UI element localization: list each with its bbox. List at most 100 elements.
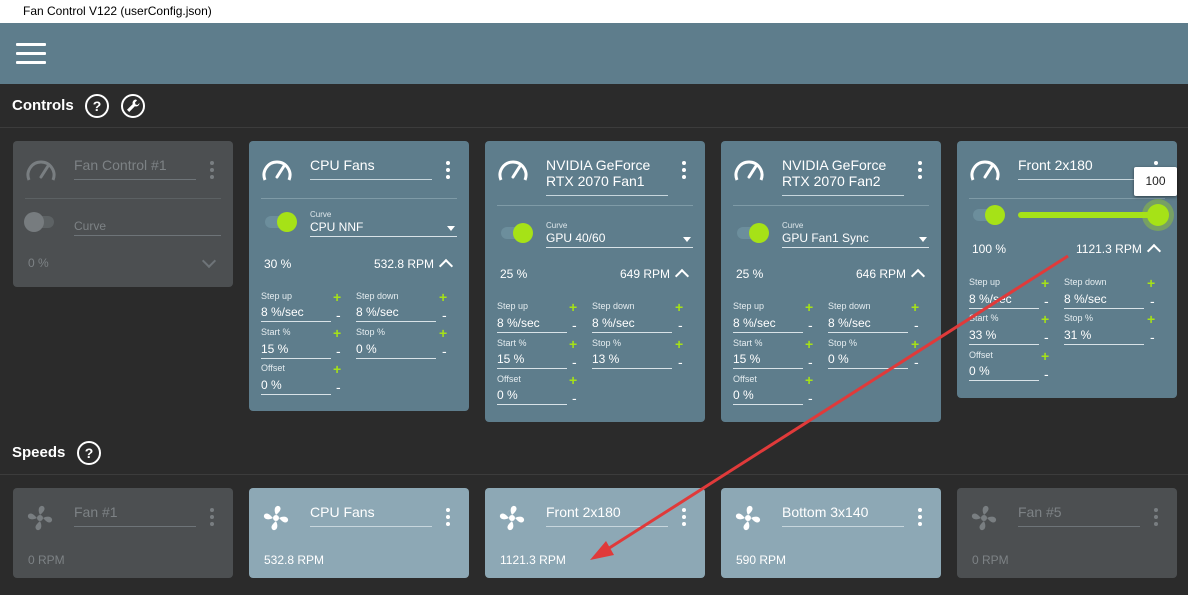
offset-plus-button[interactable]: + [805, 373, 813, 387]
step-down-minus-button[interactable]: - [1150, 294, 1155, 308]
step-up-field[interactable]: 8 %/sec [261, 305, 331, 322]
speed-menu-icon[interactable] [210, 508, 214, 529]
collapse-chevron-icon[interactable] [1146, 243, 1162, 259]
menu-icon[interactable] [16, 43, 46, 65]
collapse-chevron-icon[interactable] [910, 268, 926, 284]
start-plus-button[interactable]: + [1041, 312, 1049, 326]
speed-menu-icon[interactable] [682, 508, 686, 529]
slider-thumb[interactable] [1147, 204, 1169, 226]
stop-minus-button[interactable]: - [1150, 330, 1155, 344]
collapse-chevron-icon[interactable] [438, 258, 454, 274]
control-enable-toggle[interactable] [971, 205, 1005, 225]
step-down-plus-button[interactable]: + [911, 300, 919, 314]
stop-minus-button[interactable]: - [914, 355, 919, 369]
control-menu-icon[interactable] [210, 161, 214, 182]
start-minus-button[interactable]: - [336, 344, 341, 358]
start-minus-button[interactable]: - [1044, 330, 1049, 344]
speed-name-field[interactable]: Fan #1 [74, 504, 196, 527]
stop-plus-button[interactable]: + [675, 337, 683, 351]
control-enable-toggle[interactable] [499, 223, 533, 243]
step-up-minus-button[interactable]: - [808, 318, 813, 332]
expand-chevron-icon[interactable] [201, 253, 217, 269]
speed-menu-icon[interactable] [446, 508, 450, 529]
step-up-plus-button[interactable]: + [805, 300, 813, 314]
controls-help-icon[interactable]: ? [85, 94, 109, 118]
step-up-minus-button[interactable]: - [336, 308, 341, 322]
stop-plus-button[interactable]: + [1147, 312, 1155, 326]
start-minus-button[interactable]: - [808, 355, 813, 369]
step-down-plus-button[interactable]: + [1147, 276, 1155, 290]
step-down-minus-button[interactable]: - [678, 318, 683, 332]
step-up-plus-button[interactable]: + [333, 290, 341, 304]
step-down-minus-button[interactable]: - [914, 318, 919, 332]
step-down-plus-button[interactable]: + [675, 300, 683, 314]
control-enable-toggle[interactable] [24, 212, 58, 232]
offset-plus-button[interactable]: + [333, 362, 341, 376]
step-down-minus-button[interactable]: - [442, 308, 447, 322]
step-up-minus-button[interactable]: - [572, 318, 577, 332]
step-up-field[interactable]: 8 %/sec [969, 292, 1039, 309]
collapse-chevron-icon[interactable] [674, 268, 690, 284]
curve-select[interactable]: GPU Fan1 Sync [782, 231, 929, 248]
offset-field[interactable]: 0 % [733, 388, 803, 405]
offset-plus-button[interactable]: + [569, 373, 577, 387]
start-plus-button[interactable]: + [333, 326, 341, 340]
control-enable-toggle[interactable] [263, 212, 297, 232]
offset-minus-button[interactable]: - [572, 391, 577, 405]
stop-field[interactable]: 0 % [356, 342, 436, 359]
stop-field[interactable]: 13 % [592, 352, 672, 369]
step-up-field[interactable]: 8 %/sec [497, 316, 567, 333]
start-field[interactable]: 15 % [261, 342, 331, 359]
offset-plus-button[interactable]: + [1041, 349, 1049, 363]
control-menu-icon[interactable] [446, 161, 450, 182]
start-field[interactable]: 15 % [497, 352, 567, 369]
control-menu-icon[interactable] [918, 161, 922, 182]
offset-minus-button[interactable]: - [336, 380, 341, 394]
step-up-plus-button[interactable]: + [1041, 276, 1049, 290]
control-name-field[interactable]: Front 2x180 [1018, 157, 1140, 180]
wrench-icon[interactable] [121, 94, 145, 118]
offset-minus-button[interactable]: - [1044, 367, 1049, 381]
speed-card-bottom-3x140: Bottom 3x140 590 RPM [721, 488, 941, 578]
manual-speed-slider[interactable] [1018, 212, 1158, 218]
control-name-field[interactable]: Fan Control #1 [74, 157, 196, 180]
step-up-minus-button[interactable]: - [1044, 294, 1049, 308]
speed-name-field[interactable]: Fan #5 [1018, 504, 1140, 527]
speed-name-field[interactable]: Front 2x180 [546, 504, 668, 527]
control-enable-toggle[interactable] [735, 223, 769, 243]
step-down-field[interactable]: 8 %/sec [592, 316, 672, 333]
speed-name-field[interactable]: Bottom 3x140 [782, 504, 904, 527]
step-up-field[interactable]: 8 %/sec [733, 316, 803, 333]
curve-select[interactable]: Curve [74, 219, 221, 236]
start-minus-button[interactable]: - [572, 355, 577, 369]
speed-menu-icon[interactable] [1154, 508, 1158, 529]
start-plus-button[interactable]: + [805, 337, 813, 351]
speed-menu-icon[interactable] [918, 508, 922, 529]
offset-minus-button[interactable]: - [808, 391, 813, 405]
step-down-plus-button[interactable]: + [439, 290, 447, 304]
stop-plus-button[interactable]: + [911, 337, 919, 351]
stop-plus-button[interactable]: + [439, 326, 447, 340]
speeds-help-icon[interactable]: ? [77, 441, 101, 465]
stop-minus-button[interactable]: - [678, 355, 683, 369]
start-plus-button[interactable]: + [569, 337, 577, 351]
control-menu-icon[interactable] [682, 161, 686, 182]
step-down-field[interactable]: 8 %/sec [1064, 292, 1144, 309]
stop-minus-button[interactable]: - [442, 344, 447, 358]
stop-field[interactable]: 0 % [828, 352, 908, 369]
offset-field[interactable]: 0 % [261, 378, 331, 395]
offset-field[interactable]: 0 % [969, 364, 1039, 381]
step-up-plus-button[interactable]: + [569, 300, 577, 314]
speed-name-field[interactable]: CPU Fans [310, 504, 432, 527]
control-name-field[interactable]: NVIDIA GeForce RTX 2070 Fan2 [782, 157, 904, 196]
step-down-field[interactable]: 8 %/sec [828, 316, 908, 333]
curve-select[interactable]: CPU NNF [310, 220, 457, 237]
offset-field[interactable]: 0 % [497, 388, 567, 405]
start-field[interactable]: 15 % [733, 352, 803, 369]
control-name-field[interactable]: NVIDIA GeForce RTX 2070 Fan1 [546, 157, 668, 196]
curve-select[interactable]: GPU 40/60 [546, 231, 693, 248]
start-field[interactable]: 33 % [969, 328, 1039, 345]
control-name-field[interactable]: CPU Fans [310, 157, 432, 180]
stop-field[interactable]: 31 % [1064, 328, 1144, 345]
step-down-field[interactable]: 8 %/sec [356, 305, 436, 322]
